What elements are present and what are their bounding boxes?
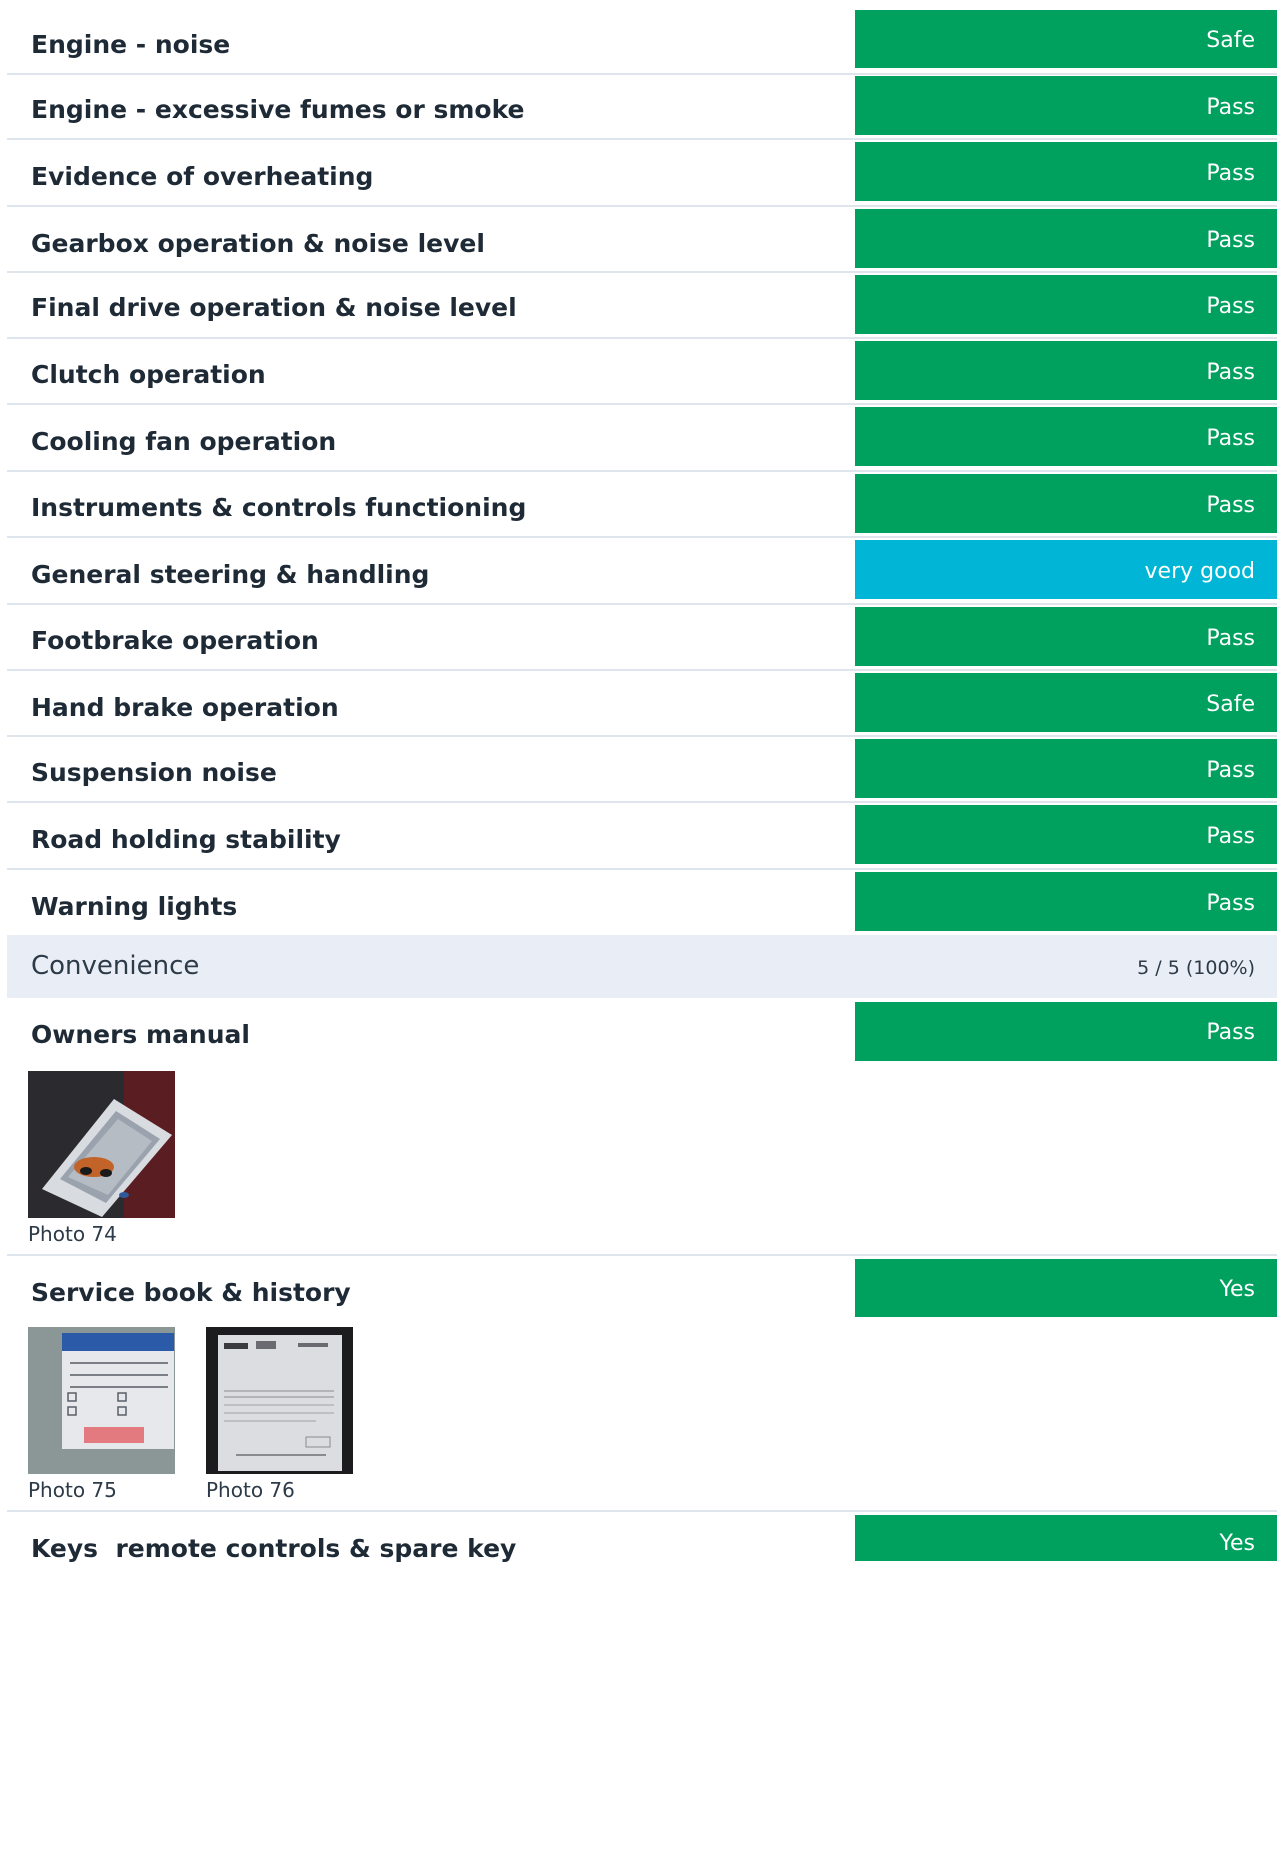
result-badge: Pass	[855, 805, 1277, 864]
inspection-report: Engine - noise Safe Engine - excessive f…	[0, 0, 1277, 1861]
inspection-item-label: Owners manual	[31, 1020, 250, 1049]
service-sticker-photo-image	[28, 1327, 175, 1474]
photo-caption: Photo 76	[206, 1478, 295, 1502]
result-badge: Pass	[855, 76, 1277, 135]
photo-caption: Photo 74	[28, 1222, 117, 1246]
inspection-item-label: Suspension noise	[31, 758, 277, 787]
inspection-item-label: General steering & handling	[31, 560, 430, 589]
result-badge: Yes	[855, 1259, 1277, 1317]
section-score: 5 / 5 (100%)	[1137, 957, 1255, 979]
result-badge: Pass	[855, 474, 1277, 533]
owners-manual-photo-image	[28, 1071, 175, 1218]
inspection-item-label: Engine - noise	[31, 30, 231, 59]
section-header-convenience: Convenience 5 / 5 (100%)	[7, 935, 1277, 998]
section-title: Convenience	[31, 951, 200, 981]
result-badge: Pass	[855, 872, 1277, 931]
photo-thumbnail-service-sticker[interactable]	[28, 1327, 175, 1474]
inspection-item-label: Keys remote controls & spare key	[31, 1534, 517, 1563]
inspection-item-label: Cooling fan operation	[31, 427, 337, 456]
result-badge: Pass	[855, 275, 1277, 334]
photo-thumbnail-service-invoice[interactable]	[206, 1327, 353, 1474]
photo-thumbnail-owners-manual[interactable]	[28, 1071, 175, 1218]
inspection-item-label: Gearbox operation & noise level	[31, 229, 485, 258]
inspection-item-label: Instruments & controls functioning	[31, 493, 527, 522]
inspection-item-label: Service book & history	[31, 1278, 351, 1307]
result-badge: Pass	[855, 341, 1277, 400]
inspection-item-label: Engine - excessive fumes or smoke	[31, 95, 525, 124]
inspection-item-label: Clutch operation	[31, 360, 266, 389]
inspection-item-label: Warning lights	[31, 892, 238, 921]
service-invoice-photo-image	[206, 1327, 353, 1474]
inspection-item-label: Road holding stability	[31, 825, 341, 854]
result-badge: Safe	[855, 10, 1277, 68]
inspection-item-label: Final drive operation & noise level	[31, 293, 517, 322]
result-badge: Yes	[855, 1515, 1277, 1561]
photo-caption: Photo 75	[28, 1478, 117, 1502]
inspection-item-label: Footbrake operation	[31, 626, 319, 655]
result-badge: Pass	[855, 142, 1277, 201]
result-badge: Pass	[855, 209, 1277, 268]
inspection-item-label: Evidence of overheating	[31, 162, 374, 191]
result-badge: Pass	[855, 739, 1277, 798]
result-badge: Pass	[855, 607, 1277, 666]
result-badge: Safe	[855, 673, 1277, 732]
result-badge: Pass	[855, 1002, 1277, 1061]
inspection-item-label: Hand brake operation	[31, 693, 339, 722]
result-badge: Pass	[855, 407, 1277, 466]
result-badge: very good	[855, 540, 1277, 599]
